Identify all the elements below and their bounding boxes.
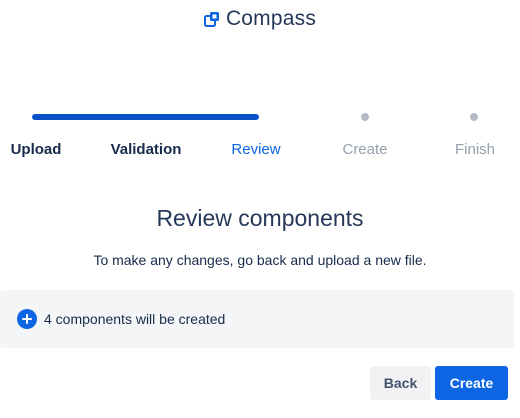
app-header: Compass: [0, 6, 520, 32]
step-dot-finish: [470, 113, 478, 121]
create-button[interactable]: Create: [435, 366, 508, 400]
brand-name: Compass: [225, 7, 317, 30]
summary-text: 4 components will be created: [44, 311, 226, 327]
step-validation: Validation: [110, 141, 182, 158]
page-title: Review components: [156, 205, 364, 231]
step-finish: Finish: [454, 141, 496, 158]
step-upload: Upload: [10, 141, 62, 158]
back-button[interactable]: Back: [370, 366, 431, 400]
step-dot-create: [361, 113, 369, 121]
step-review: Review: [231, 141, 281, 158]
step-create: Create: [342, 141, 388, 158]
add-circle-icon: [17, 309, 37, 329]
compass-logo-icon: [203, 11, 220, 27]
page-subtitle: To make any changes, go back and upload …: [93, 252, 427, 268]
stepper-progress-bar: [32, 114, 259, 120]
summary-panel: 4 components will be created: [0, 290, 514, 348]
